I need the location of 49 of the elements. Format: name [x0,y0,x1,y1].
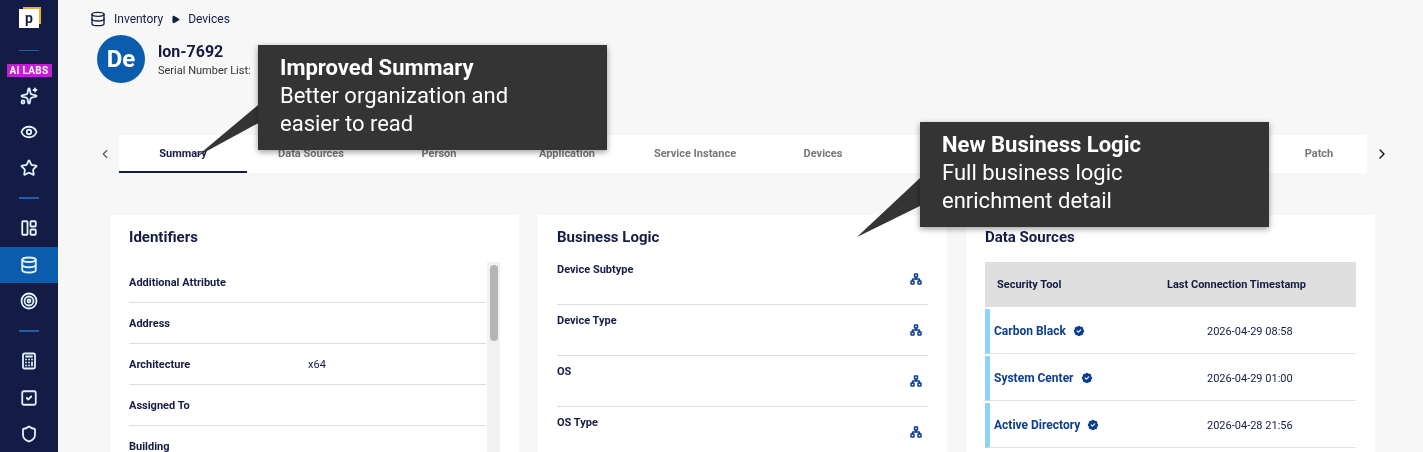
hierarchy-icon[interactable] [910,324,922,336]
ai-labs-badge: AI LABS [6,64,52,78]
scrollbar[interactable] [487,262,500,452]
timestamp-cell-text: 2026-04-29 01:00 [1206,371,1294,385]
checkbox-icon [20,388,38,407]
card-title: Business Logic [557,228,661,248]
logo[interactable]: p [19,9,39,28]
hierarchy-icon[interactable] [910,426,922,438]
breadcrumb-link[interactable]: Devices [188,12,230,26]
field-label: Device Type [557,314,617,329]
callout-text: Better organization and easier to read [280,82,510,138]
device-avatar: De [97,35,145,83]
star-icon [20,159,38,178]
database-nav-button[interactable] [0,246,58,283]
device-title: lon-7692 [158,41,225,61]
security-tool-link[interactable]: Active Directory [990,418,1167,432]
hierarchy-icon[interactable] [910,273,922,285]
shield-icon [20,424,38,443]
field-label: OS [557,365,572,380]
database-icon [90,11,106,27]
database-icon [20,255,38,274]
security-tool-link[interactable]: System Center [990,371,1167,385]
attribute-label: Architecture [129,357,192,371]
field-label: OS Type [557,416,598,431]
attribute-label: Building [129,439,171,452]
timestamp-cell-text: 2026-04-29 08:58 [1206,324,1294,338]
callout-text: Full business logic enrichment detail [942,159,1124,215]
callout-title: New Business Logic [942,131,1142,159]
serial-number-label: Serial Number List: [158,63,251,77]
card-title: Identifiers [129,228,199,248]
attribute-value: x64 [308,357,326,371]
breadcrumb-separator-icon [171,14,181,24]
column-header: Last Connection Timestamp [1167,278,1307,291]
callout-title: Improved Summary [280,54,475,82]
hierarchy-icon[interactable] [910,375,922,387]
attribute-label: Address [129,316,171,330]
calculator-icon [20,352,38,371]
scrollbar-thumb[interactable] [489,265,498,341]
field-label: Device Subtype [557,263,634,278]
sparkles-icon [20,86,38,105]
breadcrumb-link[interactable]: Inventory [114,12,164,26]
security-tool-link[interactable]: Carbon Black [990,324,1167,338]
column-header: Security Tool [996,278,1063,291]
attribute-label: Assigned To [129,398,191,412]
card-title: Data Sources [985,228,1076,248]
target-icon [20,292,38,311]
layout-icon [20,219,38,238]
timestamp-cell-text: 2026-04-28 21:56 [1206,418,1294,432]
attribute-label: Additional Attribute [129,275,227,289]
